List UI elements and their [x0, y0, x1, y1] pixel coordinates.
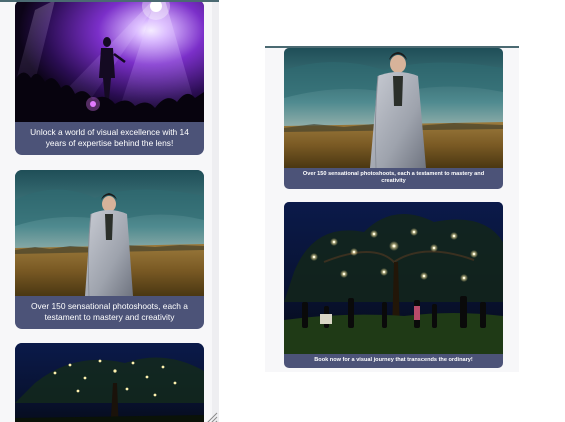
- card-caption: Unlock a world of visual excellence with…: [30, 127, 189, 148]
- feature-card[interactable]: [15, 343, 204, 422]
- right-preview-panel[interactable]: Over 150 sensational photoshoots, each a…: [265, 46, 519, 372]
- night-garden-party-photo: [15, 343, 204, 422]
- feature-card[interactable]: Unlock a world of visual excellence with…: [15, 2, 204, 155]
- card-caption: Book now for a visual journey that trans…: [314, 357, 473, 363]
- blanket-portrait-photo: [284, 48, 503, 168]
- feature-card[interactable]: Book now for a visual journey that trans…: [284, 202, 503, 368]
- feature-card[interactable]: Over 150 sensational photoshoots, each a…: [284, 48, 503, 189]
- left-preview-panel[interactable]: Unlock a world of visual excellence with…: [0, 0, 219, 422]
- feature-card[interactable]: Over 150 sensational photoshoots, each a…: [15, 170, 204, 329]
- concert-stage-photo: [15, 2, 204, 122]
- resize-grip-icon[interactable]: [205, 411, 218, 422]
- scrollbar-track[interactable]: [212, 2, 219, 422]
- card-caption: Over 150 sensational photoshoots, each a…: [31, 301, 188, 322]
- blanket-portrait-photo: [15, 170, 204, 296]
- card-caption: Over 150 sensational photoshoots, each a…: [302, 171, 485, 184]
- night-garden-party-photo: [284, 202, 503, 354]
